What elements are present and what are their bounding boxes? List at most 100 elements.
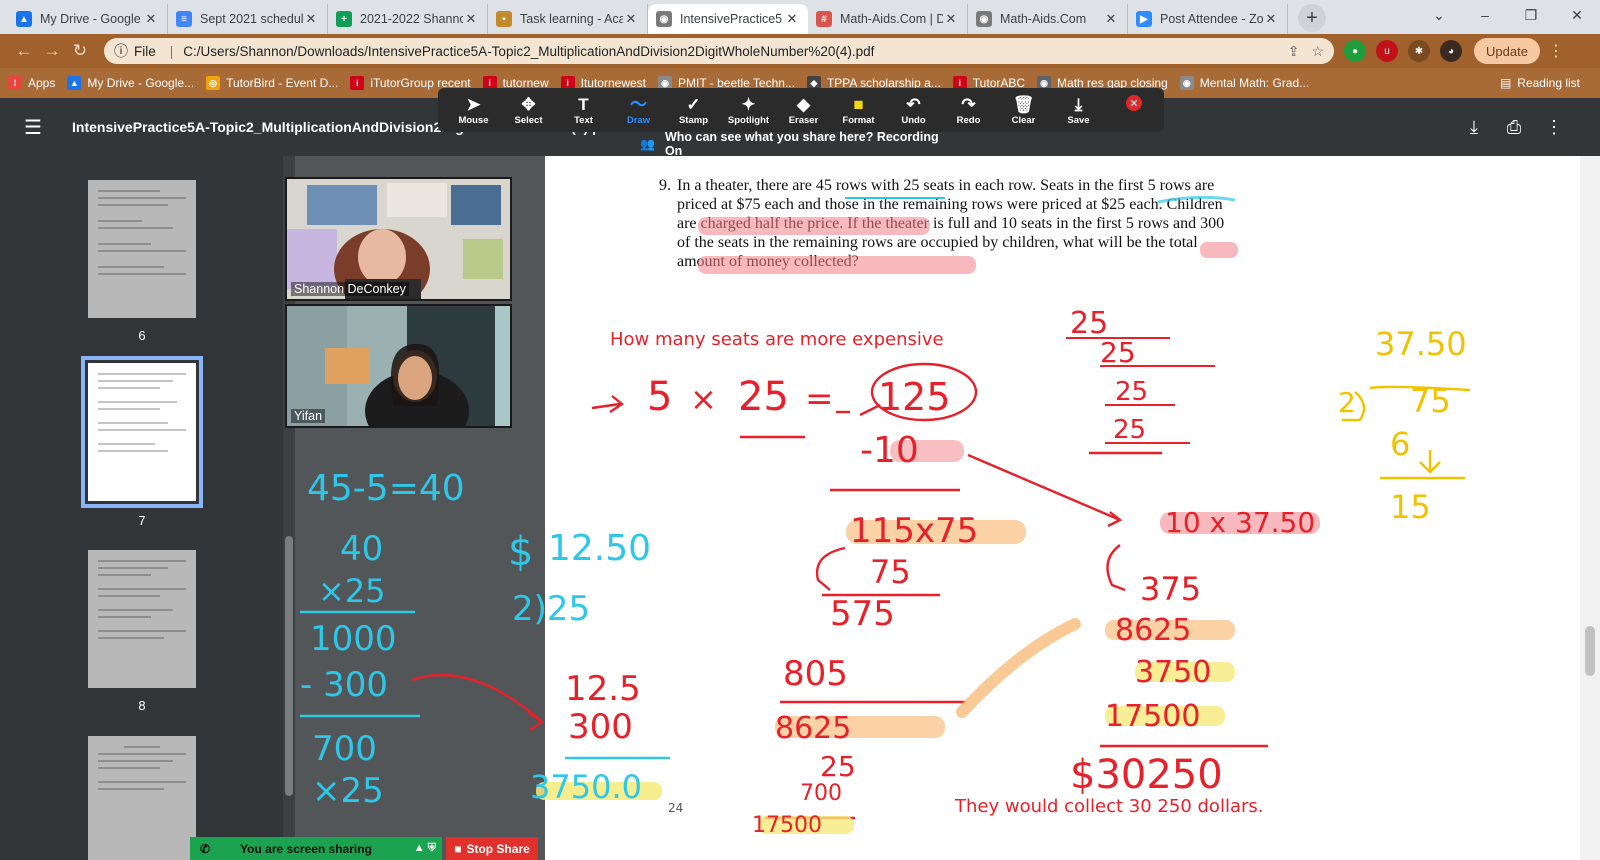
page-number-label: 6 [138, 328, 146, 343]
trash-icon: 🗑 [1012, 94, 1035, 114]
forward-button[interactable]: → [38, 37, 66, 65]
zoom-tool-text[interactable]: T Text [556, 95, 611, 126]
browser-tab[interactable]: ▪ Task learning - Aca ✕ [488, 4, 648, 34]
url-text[interactable]: C:/Users/Shannon/Downloads/IntensivePrac… [183, 44, 1275, 59]
zoom-tool-select[interactable]: ✥ Select [501, 95, 556, 126]
security-shield-icon: ▲ ⛨ [413, 842, 436, 854]
print-icon[interactable]: ⎙ [1494, 117, 1534, 138]
zoom-icon: ▶ [1136, 11, 1152, 27]
tab-label: Task learning - Aca [520, 12, 623, 26]
bookmark-favicon-icon: ◉ [1179, 76, 1194, 90]
globe-icon: ◉ [976, 11, 992, 27]
save-download-icon: ⤓ [1074, 94, 1083, 114]
zoom-tool-stamp[interactable]: ✓ Stamp [666, 95, 721, 126]
browser-tab[interactable]: # Math-Aids.Com | D ✕ [808, 4, 968, 34]
zoom-tool-mouse[interactable]: ➤ Mouse [446, 95, 501, 126]
browser-tab[interactable]: ▶ Post Attendee - Zo ✕ [1128, 4, 1288, 34]
zoom-tool-redo[interactable]: ↷ Redo [941, 95, 996, 126]
close-tab-icon[interactable]: ✕ [1103, 11, 1119, 27]
participant-name: Shannon DeConkey [291, 282, 409, 296]
reading-list-button[interactable]: ▤ Reading list [1500, 76, 1580, 90]
minimize-window-button[interactable]: – [1462, 0, 1508, 30]
share-icon[interactable]: ⇪ [1288, 43, 1300, 60]
spotlight-wand-icon: ✦ [741, 94, 756, 114]
move-icon: ✥ [521, 94, 536, 114]
tab-label: IntensivePractice5 [680, 12, 783, 26]
tab-search-icon[interactable]: ⌄ [1416, 0, 1462, 30]
close-tab-icon[interactable]: ✕ [1263, 11, 1279, 27]
page-thumbnail[interactable] [88, 550, 196, 688]
reading-list-icon: ▤ [1499, 76, 1512, 90]
page-thumbnail[interactable] [88, 736, 196, 860]
zoom-tool-save[interactable]: ⤓ Save [1051, 95, 1106, 126]
extensions-icon[interactable]: ✱ [1408, 40, 1430, 62]
browser-tab[interactable]: ◉ IntensivePractice5 ✕ [648, 4, 808, 34]
problem-text: 9. In a theater, there are 45 rows with … [659, 176, 1229, 271]
globe-icon: ◉ [656, 11, 672, 27]
participant-video-tile[interactable]: Yifan [285, 304, 512, 428]
close-annotation-toolbar-icon[interactable]: ✕ [1126, 95, 1142, 111]
zoom-tool-eraser[interactable]: ◆ Eraser [776, 95, 831, 126]
extension-puzzle-green-icon[interactable]: ● [1344, 40, 1366, 62]
bookmark-item[interactable]: ◉ Mental Math: Grad... [1179, 76, 1309, 90]
pdf-thumbnail-sidebar: 6 7 8 [0, 156, 283, 860]
profile-avatar[interactable]: ◕ [1440, 40, 1462, 62]
back-button[interactable]: ← [10, 37, 38, 65]
pdf-scrollbar[interactable] [1580, 156, 1600, 860]
reload-button[interactable]: ↻ [66, 37, 94, 65]
browser-tab[interactable]: ◉ Math-Aids.Com ✕ [968, 4, 1128, 34]
google-docs-icon: ≡ [176, 11, 192, 27]
document-icon: ▪ [496, 11, 512, 27]
bookmark-star-icon[interactable]: ☆ [1311, 43, 1324, 60]
download-icon[interactable]: ⤓ [1454, 117, 1494, 138]
close-tab-icon[interactable]: ✕ [143, 11, 159, 27]
page-thumbnail[interactable] [88, 180, 196, 318]
site-info-icon[interactable]: ⓘ [114, 41, 128, 61]
people-icon: 👥 [640, 137, 655, 151]
tab-label: Sept 2021 schedule [200, 12, 303, 26]
omnibox[interactable]: ⓘ File | C:/Users/Shannon/Downloads/Inte… [104, 38, 1334, 64]
bookmark-item[interactable]: ◎ TutorBird - Event D... [206, 76, 338, 90]
zoom-tool-label: Draw [626, 114, 651, 126]
page-thumbnail-active[interactable] [81, 356, 203, 508]
whiteboard-area [1335, 156, 1580, 860]
close-tab-icon[interactable]: ✕ [784, 11, 800, 27]
bookmark-item[interactable]: ⁞ Apps [8, 76, 55, 90]
menu-hamburger-icon[interactable]: ☰ [24, 115, 44, 140]
ublock-extension-icon[interactable]: u [1376, 40, 1398, 62]
new-tab-button[interactable]: + [1298, 4, 1326, 32]
zoom-tool-undo[interactable]: ↶ Undo [886, 95, 941, 126]
close-tab-icon[interactable]: ✕ [943, 11, 959, 27]
bookmark-label: Apps [28, 76, 56, 90]
zoom-tool-draw[interactable]: 〜 Draw [611, 95, 666, 126]
close-window-button[interactable]: ✕ [1554, 0, 1600, 30]
browser-tab[interactable]: +2021-2022 Shanno ✕ [328, 4, 488, 34]
zoom-tool-label: Select [514, 114, 543, 126]
stop-share-button[interactable]: ■ Stop Share [446, 837, 538, 860]
zoom-tool-label: Undo [901, 114, 926, 126]
screen-sharing-status-bar[interactable]: ✆ You are screen sharing ▲ ⛨ [190, 837, 442, 860]
browser-tab[interactable]: ≡ Sept 2021 schedule ✕ [168, 4, 328, 34]
zoom-tool-clear[interactable]: 🗑 Clear [996, 95, 1051, 126]
restore-window-button[interactable]: ❐ [1508, 0, 1554, 30]
close-tab-icon[interactable]: ✕ [463, 11, 479, 27]
zoom-tool-label: Clear [1011, 114, 1036, 126]
chrome-update-button[interactable]: Update [1474, 38, 1540, 64]
tab-label: My Drive - Google [40, 12, 141, 26]
more-options-icon[interactable]: ⋮ [1534, 117, 1574, 138]
recording-banner[interactable]: 👥 Who can see what you share here? Recor… [640, 130, 940, 158]
draw-squiggle-icon: 〜 [630, 94, 647, 114]
bookmark-item[interactable]: ▲ My Drive - Google... [67, 76, 194, 90]
zoom-tool-label: Text [574, 114, 593, 126]
reading-list-label: Reading list [1517, 76, 1580, 90]
browser-tab[interactable]: ▲ My Drive - Google ✕ [8, 4, 168, 34]
google-sheets-icon: + [336, 11, 352, 27]
close-tab-icon[interactable]: ✕ [623, 11, 639, 27]
zoom-tool-label: Redo [956, 114, 981, 126]
math-aids-icon: # [816, 11, 832, 27]
zoom-tool-spotlight[interactable]: ✦ Spotlight [721, 95, 776, 126]
close-tab-icon[interactable]: ✕ [303, 11, 319, 27]
zoom-tool-format[interactable]: ■ Format [831, 95, 886, 126]
chrome-menu-icon[interactable]: ⋮ [1548, 41, 1564, 61]
participant-video-tile[interactable]: Shannon DeConkey [285, 177, 512, 301]
